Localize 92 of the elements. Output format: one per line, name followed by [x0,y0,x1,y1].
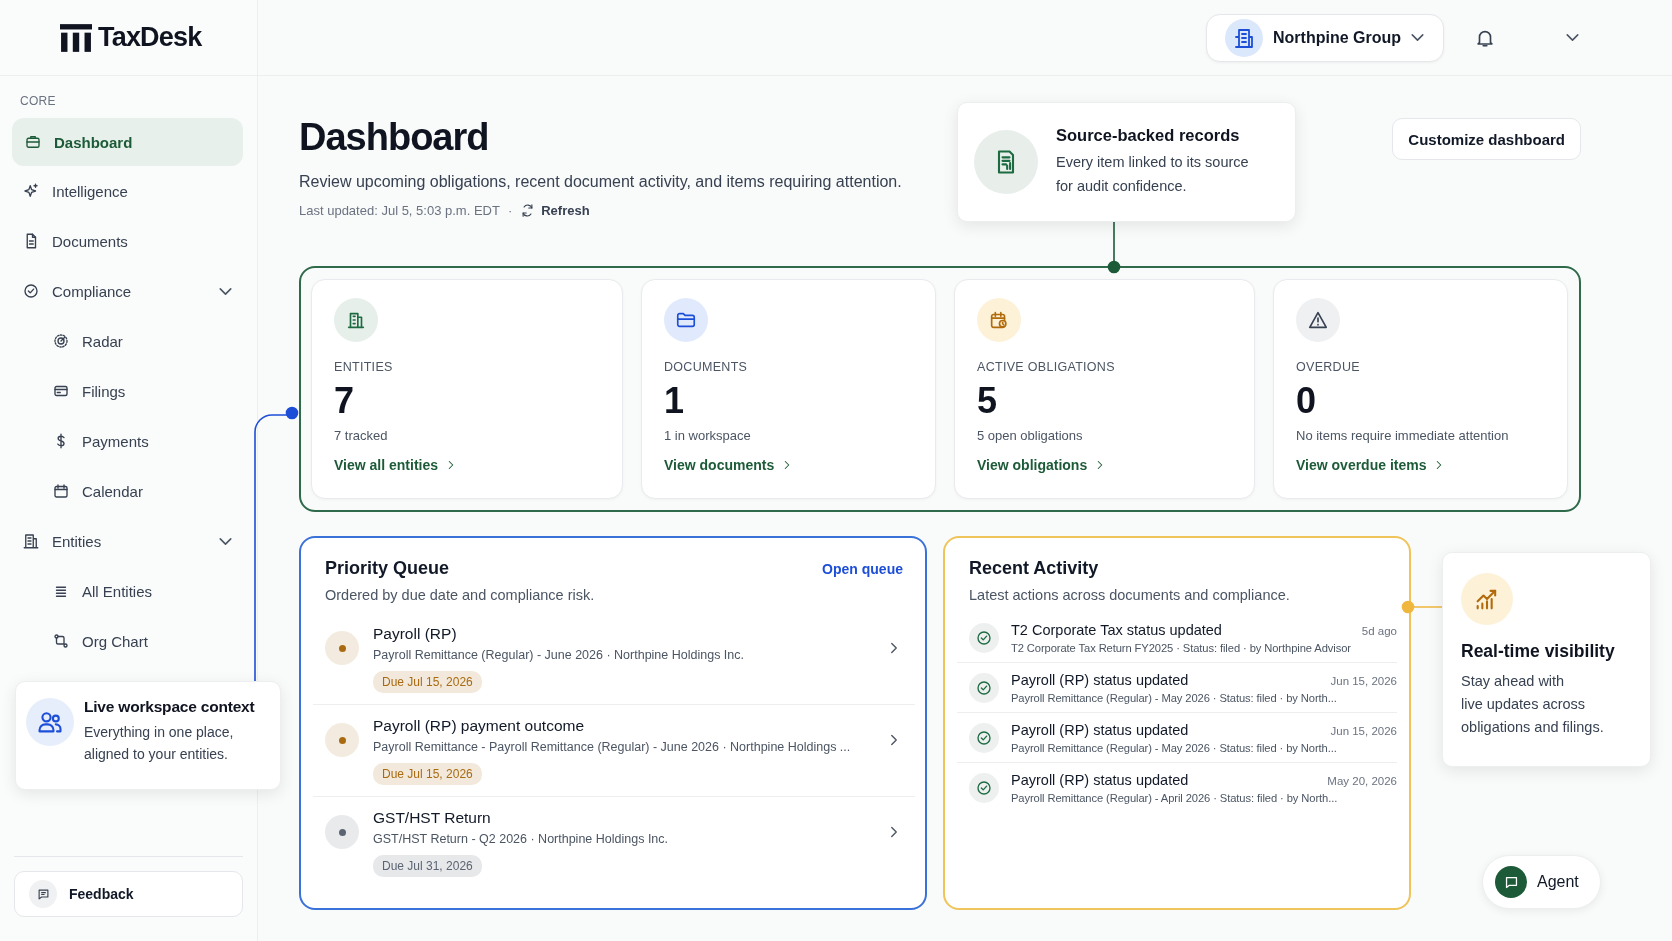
activity-detail: Payroll Remittance (Regular) - April 2026 · Status: filed · by North... [1011,792,1339,804]
stat-label: ENTITIES [334,360,393,374]
page-title: Dashboard [299,116,490,159]
section-label: CORE [19,93,57,110]
check-circle-icon [975,779,993,797]
building-icon [22,532,40,550]
radar-icon [52,332,70,350]
hierarchy-icon [52,632,70,650]
activity-title: Payroll (RP) status updated [1011,722,1189,738]
chat-icon [35,886,51,902]
connector-line [1107,221,1121,274]
callout-title: Live workspace context [84,698,255,716]
feedback-button[interactable]: Feedback [14,871,243,917]
check-circle-icon [975,679,993,697]
logo-icon [60,23,92,52]
stat-note: 7 tracked [334,428,388,443]
connector-line [1401,600,1443,614]
queue-item-detail: Payroll Remittance - Payroll Remittance (Regular) - June 2026 · Northpine Holdings ... [373,740,851,754]
check-circle-icon [975,629,993,647]
sidebar-item[interactable]: Entities [0,516,257,566]
sidebar-item[interactable]: Org Chart [0,616,257,666]
sidebar-item[interactable]: Intelligence [0,166,257,216]
sidebar-item[interactable]: Documents [0,216,257,266]
sidebar-item[interactable]: Calendar [0,466,257,516]
sidebar-item[interactable]: Filings [0,366,257,416]
page-subtitle: Review upcoming obligations, recent document activity, and items requiring attention. [299,173,902,191]
refresh-button[interactable]: Refresh [520,203,590,218]
briefcase-icon [24,133,42,151]
callout-title: Real-time visibility [1461,641,1615,662]
callout-text: Everything in one place, aligned to your entities. [84,723,235,764]
stat-value: 5 [977,380,998,422]
stat-link[interactable]: View obligations [977,457,1108,473]
refresh-icon [520,203,536,218]
sidebar-item[interactable]: Compliance [0,266,257,316]
callout-text: Every item linked to its source for audit confidence. [1056,153,1249,196]
activity-title: Payroll (RP) status updated [1011,772,1189,788]
stat-link[interactable]: View all entities [334,457,458,473]
stat-link[interactable]: View overdue items [1296,457,1447,473]
panel-title: Recent Activity [969,558,1100,579]
check-circle-icon [22,282,40,300]
sidebar-item[interactable]: Radar [0,316,257,366]
chevron-icon [1411,34,1424,41]
stat-label: ACTIVE OBLIGATIONS [977,360,1115,374]
calendar-clock-icon [988,309,1010,331]
stat-label: DOCUMENTS [664,360,748,374]
stat-note: 1 in workspace [664,428,751,443]
chevron-icon[interactable] [1566,34,1579,41]
callout-title: Source-backed records [1056,126,1241,146]
stat-link[interactable]: View documents [664,457,795,473]
queue-item-title[interactable]: Payroll (RP) payment outcome [373,717,585,735]
due-date-badge: Due Jul 15, 2026 [373,671,482,693]
agent-button[interactable]: Agent [1482,855,1601,909]
queue-item-detail: GST/HST Return - Q2 2026 · Northpine Holdings Inc. [373,832,669,846]
chevron-icon[interactable] [219,537,232,545]
check-circle-icon [975,729,993,747]
callout-text: Stay ahead with live updates across obligations and filings. [1461,672,1604,738]
stat-value: 0 [1296,380,1317,422]
open-queue-link[interactable]: Open queue [822,560,903,577]
stat-note: 5 open obligations [977,428,1083,443]
panel-title: Priority Queue [325,558,450,579]
queue-item-detail: Payroll Remittance (Regular) - June 2026 · Northpine Holdings Inc. [373,648,744,662]
queue-item-title[interactable]: GST/HST Return [373,809,491,827]
warning-icon [1307,309,1329,331]
customize-dashboard-button[interactable]: Customize dashboard [1392,118,1581,160]
activity-title: T2 Corporate Tax status updated [1011,622,1222,638]
chevron-icon[interactable] [219,287,232,295]
last-updated-text: Last updated: Jul 5, 5:03 p.m. EDT [299,203,500,218]
activity-detail: T2 Corporate Tax Return FY2025 · Status: filed · by Northpine Advisor [1011,642,1352,654]
sidebar-item[interactable]: All Entities [0,566,257,616]
sidebar-item[interactable]: Dashboard [12,118,243,166]
activity-time: 5d ago [1361,625,1397,637]
activity-time: May 20, 2026 [1327,775,1397,787]
activity-detail: Payroll Remittance (Regular) - May 2026 · Status: filed · by North... [1011,742,1338,754]
due-date-badge: Due Jul 31, 2026 [373,855,482,877]
stat-note: No items require immediate attention [1296,428,1509,443]
organization-selector[interactable]: Northpine Group [1206,13,1444,62]
stat-value: 7 [334,380,355,422]
calendar-icon [52,482,70,500]
queue-item-title[interactable]: Payroll (RP) [373,625,457,643]
app-logo-text: TaxDesk [98,22,202,53]
separator-dot: · [507,203,513,218]
due-date-badge: Due Jul 15, 2026 [373,763,482,785]
sidebar-item[interactable]: Payments [0,416,257,466]
panel-subtitle: Ordered by due date and compliance risk. [325,587,596,603]
panel-subtitle: Latest actions across documents and compliance. [969,587,1291,603]
stat-value: 1 [664,380,685,422]
activity-time: Jun 15, 2026 [1330,725,1397,737]
activity-detail: Payroll Remittance (Regular) - May 2026 · Status: filed · by North... [1011,692,1338,704]
activity-time: Jun 15, 2026 [1330,675,1397,687]
activity-title: Payroll (RP) status updated [1011,672,1189,688]
sparkle-icon [22,182,40,200]
stat-label: OVERDUE [1296,360,1360,374]
